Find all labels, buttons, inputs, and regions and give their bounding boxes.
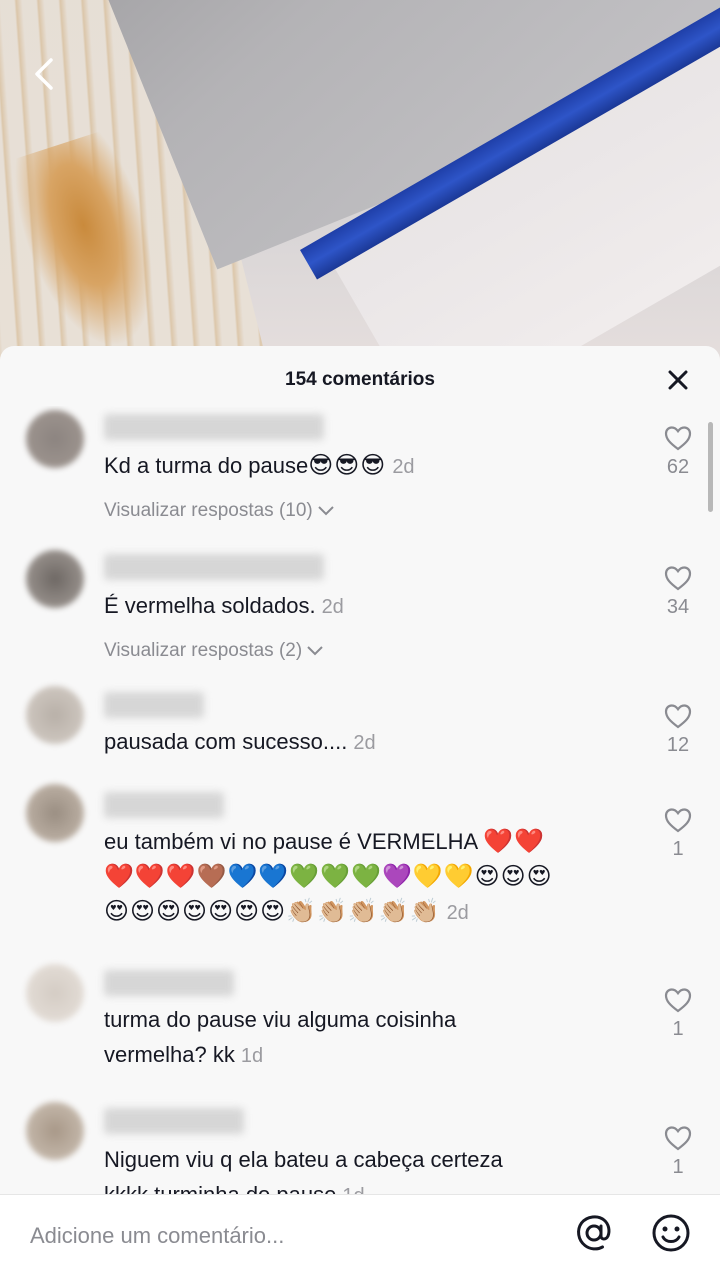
like-button[interactable]: 1 — [658, 986, 698, 1041]
like-count: 1 — [672, 838, 684, 860]
avatar[interactable] — [26, 686, 84, 744]
username-blurred[interactable] — [104, 692, 204, 718]
smiley-icon — [652, 1214, 690, 1252]
like-button[interactable]: 1 — [658, 1124, 698, 1179]
comment-item: eu também vi no pause é VERMELHA ❤️❤️ ❤️… — [0, 782, 720, 962]
back-button[interactable] — [26, 56, 62, 92]
sheet-header: 154 comentários — [0, 346, 720, 414]
like-count: 62 — [666, 456, 690, 478]
like-count: 12 — [666, 734, 690, 756]
comment-text: eu também vi no pause é VERMELHA ❤️❤️ ❤️… — [104, 824, 644, 931]
comment-time: 2d — [392, 456, 415, 478]
like-count: 1 — [672, 1018, 684, 1040]
like-count: 34 — [666, 596, 690, 618]
avatar[interactable] — [26, 784, 84, 842]
like-button[interactable]: 1 — [658, 806, 698, 861]
like-button[interactable]: 12 — [658, 702, 698, 757]
comments-count-title: 154 comentários — [285, 369, 435, 390]
comment-text: Niguem viu q ela bateu a cabeça certeza … — [104, 1142, 644, 1196]
comment-time: 2d — [353, 732, 376, 754]
comment-text: pausada com sucesso.... 2d — [104, 729, 376, 754]
heart-outline-icon — [664, 808, 692, 833]
heart-outline-icon — [664, 426, 692, 451]
comment-emoji: 😎😎😎 — [308, 451, 387, 479]
emoji-button[interactable] — [650, 1212, 692, 1254]
like-count: 1 — [672, 1156, 684, 1178]
like-button[interactable]: 62 — [658, 424, 698, 479]
close-icon — [668, 370, 688, 390]
comment-text: É vermelha soldados. 2d — [104, 593, 344, 618]
avatar[interactable] — [26, 410, 84, 468]
chevron-down-icon — [307, 646, 323, 656]
username-blurred[interactable] — [104, 414, 324, 440]
video-preview — [0, 0, 720, 360]
comment-emoji: ❤️❤️ — [483, 827, 545, 855]
comment-emoji: ❤️❤️❤️🤎💙💙💚💚💚💜💛💛😍😍😍 — [104, 862, 553, 890]
heart-outline-icon — [664, 988, 692, 1013]
comment-time: 1d — [240, 1045, 264, 1067]
view-replies-button[interactable]: Visualizar respostas (10) — [104, 500, 335, 522]
comment-item: pausada com sucesso.... 2d 12 — [0, 686, 720, 786]
username-blurred[interactable] — [104, 792, 224, 818]
close-button[interactable] — [664, 366, 692, 394]
heart-outline-icon — [664, 1126, 692, 1151]
chevron-down-icon — [318, 506, 334, 516]
comment-time: 2d — [446, 902, 469, 924]
comment-text: Kd a turma do pause😎😎😎 2d — [104, 451, 415, 479]
comment-input[interactable]: Adicione um comentário... — [30, 1223, 284, 1249]
comment-item: É vermelha soldados. 2d Visualizar respos… — [0, 546, 720, 686]
like-button[interactable]: 34 — [658, 564, 698, 619]
comment-time: 2d — [321, 596, 344, 618]
comment-emoji: 😍😍😍😍😍😍😍👏🏼👏🏼👏🏼👏🏼👏🏼 — [104, 897, 441, 925]
comments-list: Kd a turma do pause😎😎😎 2d Visualizar resp… — [0, 406, 720, 1196]
username-blurred[interactable] — [104, 554, 324, 580]
avatar[interactable] — [26, 964, 84, 1022]
scrollbar[interactable] — [708, 422, 713, 512]
comment-item: turma do pause viu alguma coisinha verme… — [0, 962, 720, 1102]
comment-item: Niguem viu q ela bateu a cabeça certeza … — [0, 1096, 720, 1196]
comments-sheet: 154 comentários Kd a turma do pause😎😎😎 2d… — [0, 346, 720, 1280]
mention-button[interactable] — [573, 1212, 615, 1254]
username-blurred[interactable] — [104, 970, 234, 996]
username-blurred[interactable] — [104, 1108, 244, 1134]
view-replies-button[interactable]: Visualizar respostas (2) — [104, 640, 324, 662]
avatar[interactable] — [26, 550, 84, 608]
comment-item: Kd a turma do pause😎😎😎 2d Visualizar resp… — [0, 406, 720, 546]
comment-text: turma do pause viu alguma coisinha verme… — [104, 1007, 457, 1067]
comment-input-bar: Adicione um comentário... — [0, 1194, 720, 1280]
chevron-left-icon — [35, 58, 53, 90]
at-icon — [577, 1215, 611, 1251]
avatar[interactable] — [26, 1102, 84, 1160]
heart-outline-icon — [664, 704, 692, 729]
heart-outline-icon — [664, 566, 692, 591]
